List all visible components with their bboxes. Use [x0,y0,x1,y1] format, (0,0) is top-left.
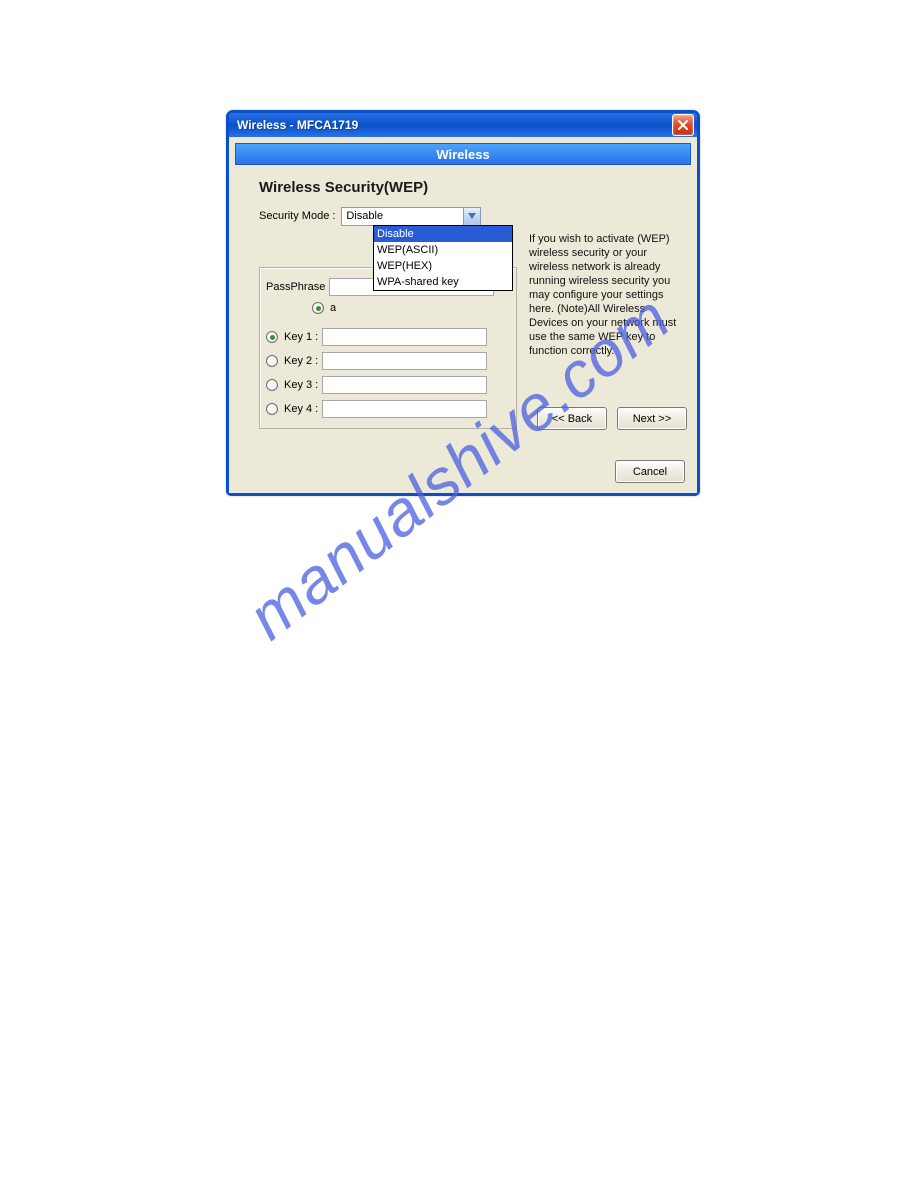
security-mode-combo[interactable]: Disable [341,207,481,226]
back-button[interactable]: << Back [537,407,607,430]
next-button[interactable]: Next >> [617,407,687,430]
security-mode-option[interactable]: Disable [374,226,512,242]
key1-input[interactable] [322,328,487,346]
combo-dropdown-button[interactable] [463,208,480,225]
wireless-dialog: Wireless - MFCA1719 Wireless Wireless Se… [226,110,700,496]
key3-label: Key 3 : [284,379,318,391]
help-text: If you wish to activate (WEP) wireless s… [529,232,679,358]
close-icon [678,120,688,130]
security-mode-label: Security Mode : [259,210,335,222]
key4-label: Key 4 : [284,403,318,415]
key1-radio[interactable] [266,331,278,343]
close-button[interactable] [672,114,694,136]
key-row: Key 3 : [266,376,487,394]
key2-input[interactable] [322,352,487,370]
key-row: Key 4 : [266,400,487,418]
key4-input[interactable] [322,400,487,418]
passphrase-option-label: a [330,302,336,314]
nav-buttons: << Back Next >> [537,407,687,430]
security-mode-option[interactable]: WPA-shared key [374,274,512,290]
page-header: Wireless [235,143,691,165]
key2-label: Key 2 : [284,355,318,367]
wep-keys-group: PassPhrase a Key 1 : Key 2 : [259,267,517,429]
key-row: Key 2 : [266,352,487,370]
key2-radio[interactable] [266,355,278,367]
key1-label: Key 1 : [284,331,318,343]
key3-radio[interactable] [266,379,278,391]
cancel-button[interactable]: Cancel [615,460,685,483]
key-row: Key 1 : [266,328,487,346]
page-header-text: Wireless [436,147,489,162]
security-mode-dropdown: Disable WEP(ASCII) WEP(HEX) WPA-shared k… [373,225,513,291]
security-mode-value: Disable [346,210,463,222]
security-mode-option[interactable]: WEP(ASCII) [374,242,512,258]
key3-input[interactable] [322,376,487,394]
cancel-wrap: Cancel [615,460,685,483]
chevron-down-icon [468,213,476,219]
passphrase-label: PassPhrase [266,281,325,293]
client-area: Wireless Wireless Security(WEP) Security… [229,137,697,493]
passphrase-option-row: a [312,302,336,314]
window-title: Wireless - MFCA1719 [237,118,672,132]
passphrase-option-radio[interactable] [312,302,324,314]
key4-radio[interactable] [266,403,278,415]
titlebar: Wireless - MFCA1719 [229,113,697,138]
section-title: Wireless Security(WEP) [259,179,697,196]
security-mode-row: Security Mode : Disable Disable WEP(ASCI… [259,206,697,226]
security-mode-option[interactable]: WEP(HEX) [374,258,512,274]
